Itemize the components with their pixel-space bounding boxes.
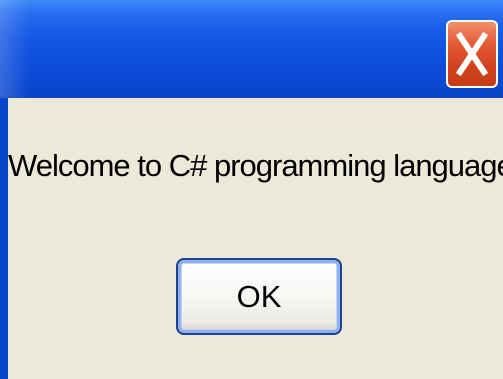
dialog-message: Welcome to C# programming language	[8, 148, 503, 183]
ok-button[interactable]: OK	[176, 258, 342, 335]
close-icon	[455, 31, 489, 77]
close-button[interactable]	[446, 20, 498, 88]
dialog-body: Welcome to C# programming language OK	[0, 98, 503, 379]
title-bar[interactable]	[0, 0, 503, 98]
message-box-window: Welcome to C# programming language OK	[0, 0, 503, 379]
